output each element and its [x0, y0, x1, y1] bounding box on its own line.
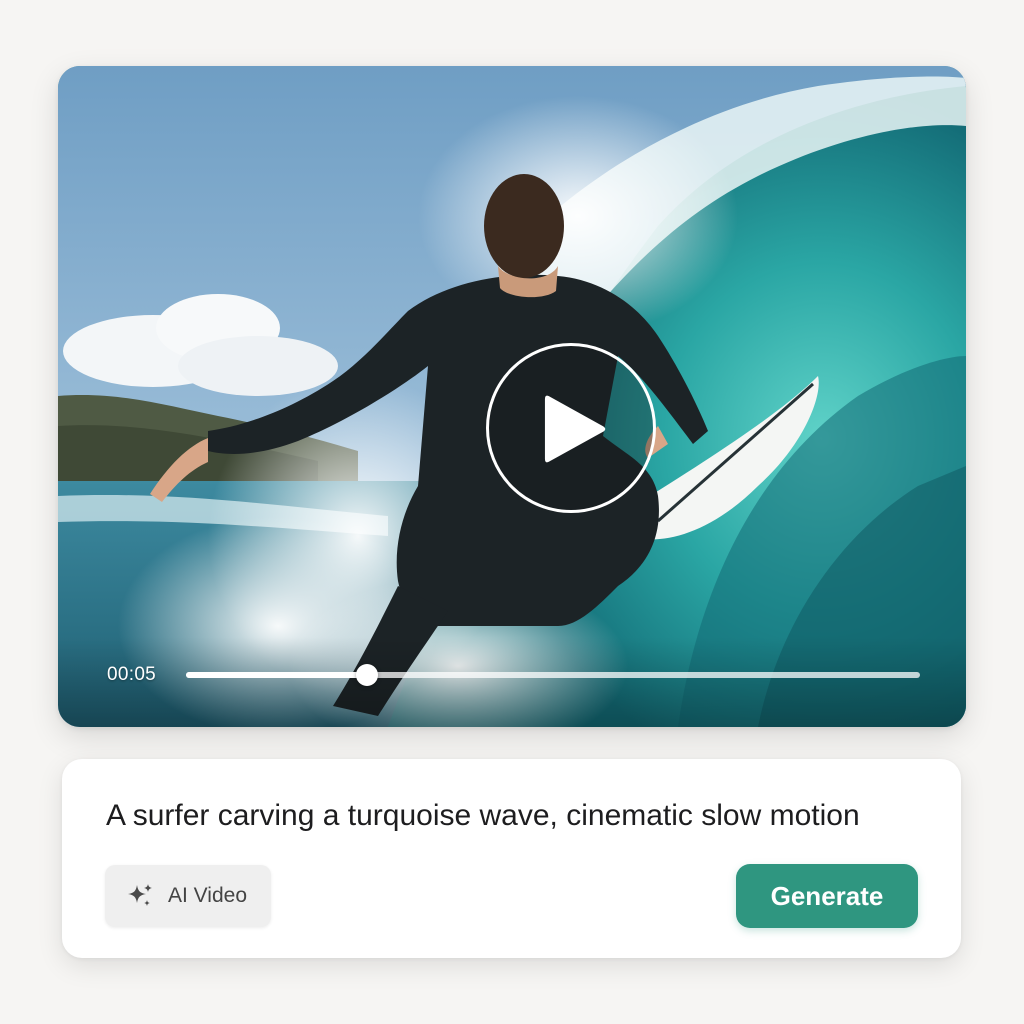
- current-time: 00:05: [107, 664, 157, 685]
- scrubber-handle[interactable]: [356, 664, 379, 686]
- video-player[interactable]: 00:05: [58, 66, 966, 727]
- mode-label: AI Video: [168, 884, 248, 907]
- generate-button[interactable]: Generate: [736, 864, 918, 928]
- mode-selector[interactable]: AI Video: [105, 865, 271, 927]
- prompt-input[interactable]: A surfer carving a turquoise wave, cinem…: [106, 797, 921, 835]
- page: 00:05 A surfer carving a turquoise wave,…: [0, 0, 1024, 1024]
- play-icon: [544, 395, 606, 463]
- sparkle-icon: [128, 884, 152, 906]
- video-controls: 00:05: [58, 637, 966, 727]
- play-button[interactable]: [486, 343, 656, 513]
- progress-fill: [186, 672, 368, 678]
- prompt-panel: A surfer carving a turquoise wave, cinem…: [62, 759, 961, 958]
- progress-scrubber[interactable]: [186, 664, 920, 686]
